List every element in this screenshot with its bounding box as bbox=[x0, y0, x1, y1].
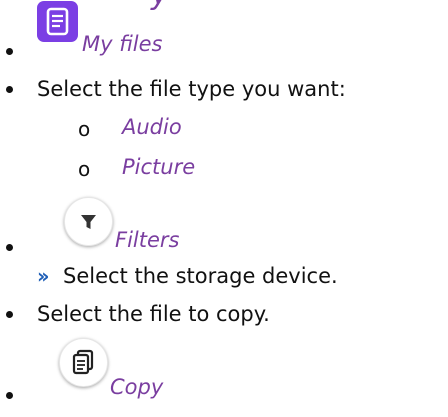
file-type-audio: Audio bbox=[122, 115, 182, 139]
filters-icon bbox=[64, 197, 113, 246]
sublist-marker: o bbox=[78, 157, 91, 181]
list-bullet bbox=[6, 392, 13, 399]
list-bullet bbox=[6, 311, 13, 318]
list-bullet bbox=[6, 86, 13, 93]
filters-label: Filters bbox=[115, 228, 180, 252]
copy-icon bbox=[59, 338, 108, 387]
my-files-label: My files bbox=[82, 32, 163, 56]
copy-label: Copy bbox=[110, 375, 164, 399]
my-files-icon bbox=[37, 1, 78, 42]
sublist-marker: o bbox=[78, 117, 91, 141]
substep-marker: ›› bbox=[37, 264, 50, 288]
select-storage-device-text: Select the storage device. bbox=[63, 264, 338, 288]
list-bullet bbox=[6, 48, 13, 55]
select-file-to-copy-text: Select the file to copy. bbox=[37, 302, 270, 326]
cut-off-text-fragment: y bbox=[151, 0, 169, 10]
list-bullet bbox=[6, 244, 13, 251]
file-type-picture: Picture bbox=[122, 155, 196, 179]
select-file-type-text: Select the file type you want: bbox=[37, 77, 346, 101]
